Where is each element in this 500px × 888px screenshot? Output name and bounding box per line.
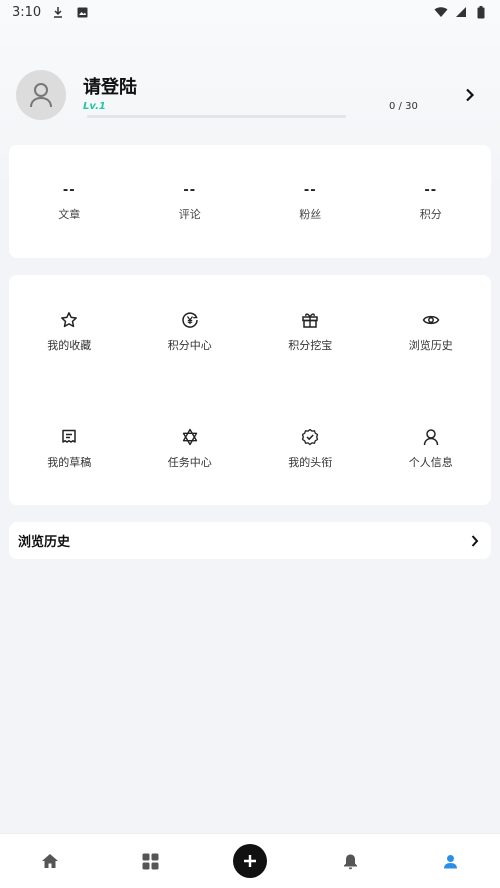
level-badge: Lv.1 xyxy=(83,101,106,112)
chevron-right-icon[interactable] xyxy=(469,534,481,548)
home-icon xyxy=(42,854,58,868)
nav-categories[interactable] xyxy=(100,834,200,888)
menu-item-points-center[interactable]: 积分中心 xyxy=(130,275,251,392)
status-time: 3:10 xyxy=(12,4,42,20)
status-bar: 3:10 xyxy=(0,0,500,24)
wifi-icon xyxy=(434,5,448,19)
user-icon xyxy=(443,854,457,868)
signal-icon xyxy=(454,5,468,19)
stat-label: 粉丝 xyxy=(299,208,322,221)
badge-check-icon xyxy=(301,428,319,446)
menu-item-label: 积分挖宝 xyxy=(288,339,333,352)
stat-followers[interactable]: -- 粉丝 xyxy=(250,145,371,258)
avatar[interactable] xyxy=(16,70,66,120)
stat-value: -- xyxy=(62,183,76,198)
menu-item-label: 浏览历史 xyxy=(408,339,453,352)
eye-icon xyxy=(422,311,440,329)
gift-icon xyxy=(301,311,319,329)
download-icon xyxy=(51,5,65,19)
section-title: 浏览历史 xyxy=(18,535,71,550)
stat-articles[interactable]: -- 文章 xyxy=(9,145,130,258)
hexagram-icon xyxy=(181,428,199,446)
profile-header[interactable]: 请登陆 Lv.1 0 / 30 xyxy=(16,70,486,122)
menu-item-drafts[interactable]: 我的草稿 xyxy=(9,392,130,505)
stats-card: -- 文章 -- 评论 -- 粉丝 -- 积分 xyxy=(9,145,491,258)
stat-value: -- xyxy=(303,183,317,198)
grid-icon xyxy=(142,853,158,869)
bottom-navigation xyxy=(0,833,500,888)
plus-icon xyxy=(244,855,256,867)
menu-item-label: 任务中心 xyxy=(167,456,212,469)
stat-value: -- xyxy=(183,183,197,198)
menu-item-label: 个人信息 xyxy=(408,456,453,469)
menu-item-task-center[interactable]: 任务中心 xyxy=(130,392,251,505)
create-post-button[interactable] xyxy=(233,844,267,878)
bell-icon xyxy=(343,854,357,869)
level-progress-text: 0 / 30 xyxy=(389,101,418,112)
history-section[interactable]: 浏览历史 xyxy=(9,522,491,559)
menu-item-history[interactable]: 浏览历史 xyxy=(371,275,492,392)
menu-item-profile-info[interactable]: 个人信息 xyxy=(371,392,492,505)
battery-icon xyxy=(474,5,488,19)
photo-icon xyxy=(75,5,89,19)
menu-item-label: 我的头衔 xyxy=(288,456,333,469)
level-progress-bar xyxy=(87,115,346,118)
nav-profile[interactable] xyxy=(400,834,500,888)
menu-item-label: 我的草稿 xyxy=(47,456,92,469)
person-icon xyxy=(422,428,440,446)
yen-coin-icon xyxy=(181,311,199,329)
stat-points[interactable]: -- 积分 xyxy=(371,145,492,258)
stat-label: 积分 xyxy=(419,208,442,221)
stat-value: -- xyxy=(424,183,438,198)
person-icon xyxy=(30,83,52,108)
nav-home[interactable] xyxy=(0,834,100,888)
nav-create[interactable] xyxy=(200,834,300,888)
menu-item-points-treasure[interactable]: 积分挖宝 xyxy=(250,275,371,392)
star-icon xyxy=(60,311,78,329)
menu-item-favorites[interactable]: 我的收藏 xyxy=(9,275,130,392)
menu-item-label: 我的收藏 xyxy=(47,339,92,352)
chevron-right-icon[interactable] xyxy=(462,86,478,104)
stat-label: 文章 xyxy=(58,208,81,221)
stat-label: 评论 xyxy=(178,208,201,221)
stat-comments[interactable]: -- 评论 xyxy=(130,145,251,258)
menu-item-label: 积分中心 xyxy=(167,339,212,352)
feature-menu-card: 我的收藏 积分中心 积分挖宝 浏览历史 我的草稿 任务中心 我的头衔 个人信息 xyxy=(9,275,491,505)
menu-item-titles[interactable]: 我的头衔 xyxy=(250,392,371,505)
login-prompt[interactable]: 请登陆 xyxy=(83,73,137,99)
nav-notifications[interactable] xyxy=(300,834,400,888)
draft-icon xyxy=(60,428,78,446)
